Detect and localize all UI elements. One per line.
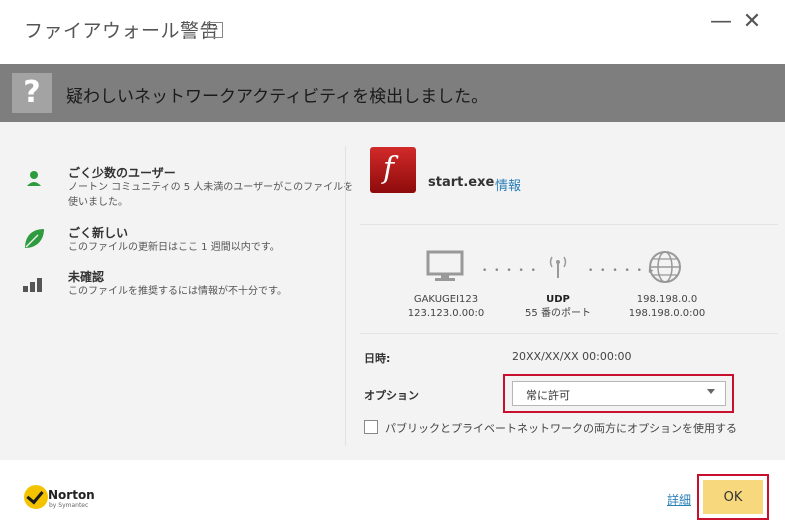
remote-address-port: 198.198.0.0:00 [628, 308, 706, 319]
title-bar: ファイアウォール警告 ? — ✕ [0, 0, 785, 60]
norton-brand: Norton [48, 488, 95, 502]
alert-message: 疑わしいネットワークアクティビティを検出しました。 [66, 87, 489, 107]
remote-host: 198.198.0.0 198.198.0.0:00 [622, 293, 712, 321]
monitor-icon [426, 250, 464, 281]
norton-brand-sub: by Symantec [49, 502, 89, 509]
info-description: このファイルの更新日はここ 1 週間以内です。 [68, 242, 280, 253]
divider [360, 333, 778, 334]
app-info-link[interactable]: 情報 [495, 175, 521, 194]
globe-icon [649, 251, 681, 283]
info-description: このファイルを推奨するには情報が不十分です。 [68, 286, 287, 297]
antenna-icon [549, 256, 567, 278]
info-title: ごく新しい [68, 226, 129, 240]
question-icon: ? [12, 73, 52, 113]
protocol-name: UDP [546, 294, 570, 305]
minimize-icon[interactable]: — [706, 8, 736, 36]
protocol-port: 55 番のポート [525, 308, 591, 319]
info-description: ノートン コミュニティの 5 人未満のユーザーがこのファイルを使いました。 [68, 182, 354, 208]
chevron-down-icon [707, 389, 715, 394]
apply-both-networks-label[interactable]: パブリックとプライベートネットワークの両方にオプションを使用する [385, 420, 737, 436]
vertical-divider [345, 146, 346, 446]
help-icon[interactable]: ? [207, 22, 223, 38]
leaf-icon [25, 229, 44, 248]
date-label: 日時: [364, 352, 391, 365]
flash-app-icon: f [370, 147, 416, 193]
apply-both-networks-checkbox[interactable] [364, 420, 378, 434]
remote-address: 198.198.0.0 [636, 294, 698, 305]
info-title: ごく少数のユーザー [68, 166, 176, 180]
protocol-info: UDP 55 番のポート [522, 293, 594, 321]
local-host: GAKUGEI123 123.123.0.00:0 [400, 293, 492, 321]
close-icon[interactable]: ✕ [737, 8, 767, 36]
connection-dots-right: • • • • • ▸ [588, 266, 656, 276]
divider [360, 224, 778, 225]
info-title: 未確認 [68, 270, 105, 284]
user-icon [27, 171, 41, 186]
app-name: start.exe [428, 175, 495, 190]
local-host-address: 123.123.0.00:0 [407, 308, 485, 319]
signal-bars-icon [23, 278, 42, 292]
local-host-name: GAKUGEI123 [413, 294, 479, 305]
date-value: 20XX/XX/XX 00:00:00 [512, 350, 632, 363]
window-title: ファイアウォール警告 [24, 20, 220, 42]
flash-glyph: f [383, 151, 395, 186]
option-label: オプション [364, 389, 419, 402]
ok-button[interactable]: OK [703, 480, 763, 514]
option-select[interactable]: 常に許可 [512, 381, 726, 406]
option-selected-value: 常に許可 [526, 389, 570, 402]
connection-dots-left: • • • • • [482, 266, 538, 276]
alert-banner: ? 疑わしいネットワークアクティビティを検出しました。 [0, 64, 785, 122]
details-link[interactable]: 詳細 [667, 491, 691, 508]
